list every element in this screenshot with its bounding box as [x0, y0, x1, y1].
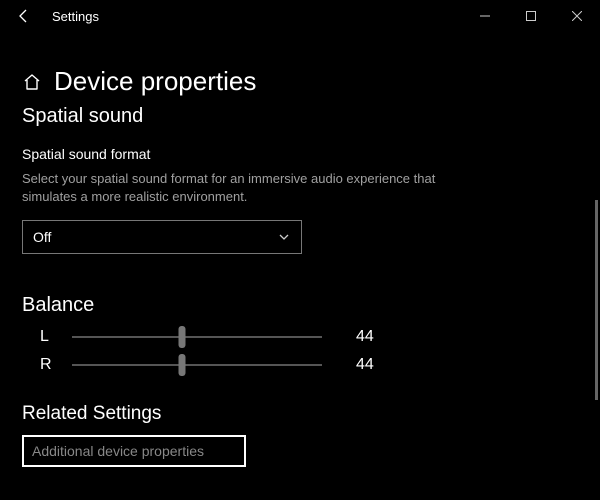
- balance-right-value: 44: [338, 356, 378, 374]
- related-settings-heading: Related Settings: [22, 403, 578, 425]
- home-icon: [22, 72, 42, 92]
- slider-thumb[interactable]: [179, 354, 186, 376]
- arrow-left-icon: [16, 8, 32, 24]
- spatial-format-dropdown[interactable]: Off: [22, 220, 302, 254]
- spatial-sound-heading: Spatial sound: [22, 105, 578, 128]
- minimize-button[interactable]: [462, 0, 508, 32]
- balance-left-label: L: [40, 328, 56, 346]
- balance-left-value: 44: [338, 328, 378, 346]
- chevron-down-icon: [277, 230, 291, 244]
- slider-thumb[interactable]: [179, 326, 186, 348]
- additional-device-properties-link[interactable]: Additional device properties: [22, 435, 246, 467]
- content-area: Device properties Spatial sound Spatial …: [0, 32, 600, 467]
- slider-track: [72, 364, 322, 366]
- minimize-icon: [480, 11, 490, 21]
- scrollbar-thumb[interactable]: [595, 200, 598, 400]
- link-label: Additional device properties: [32, 443, 204, 459]
- page-title: Device properties: [54, 66, 256, 97]
- window-controls: [462, 0, 600, 32]
- balance-left-row: L 44: [22, 327, 578, 347]
- maximize-icon: [526, 11, 536, 21]
- balance-right-label: R: [40, 356, 56, 374]
- balance-right-row: R 44: [22, 355, 578, 375]
- close-icon: [572, 11, 582, 21]
- back-button[interactable]: [10, 8, 38, 24]
- close-button[interactable]: [554, 0, 600, 32]
- page-title-row: Device properties: [22, 66, 578, 97]
- spatial-format-description: Select your spatial sound format for an …: [22, 170, 482, 206]
- spatial-format-label: Spatial sound format: [22, 146, 578, 162]
- window-title: Settings: [38, 9, 99, 24]
- spatial-format-value: Off: [33, 229, 51, 245]
- balance-left-slider[interactable]: [72, 327, 322, 347]
- balance-right-slider[interactable]: [72, 355, 322, 375]
- slider-track: [72, 336, 322, 338]
- maximize-button[interactable]: [508, 0, 554, 32]
- balance-heading: Balance: [22, 294, 578, 317]
